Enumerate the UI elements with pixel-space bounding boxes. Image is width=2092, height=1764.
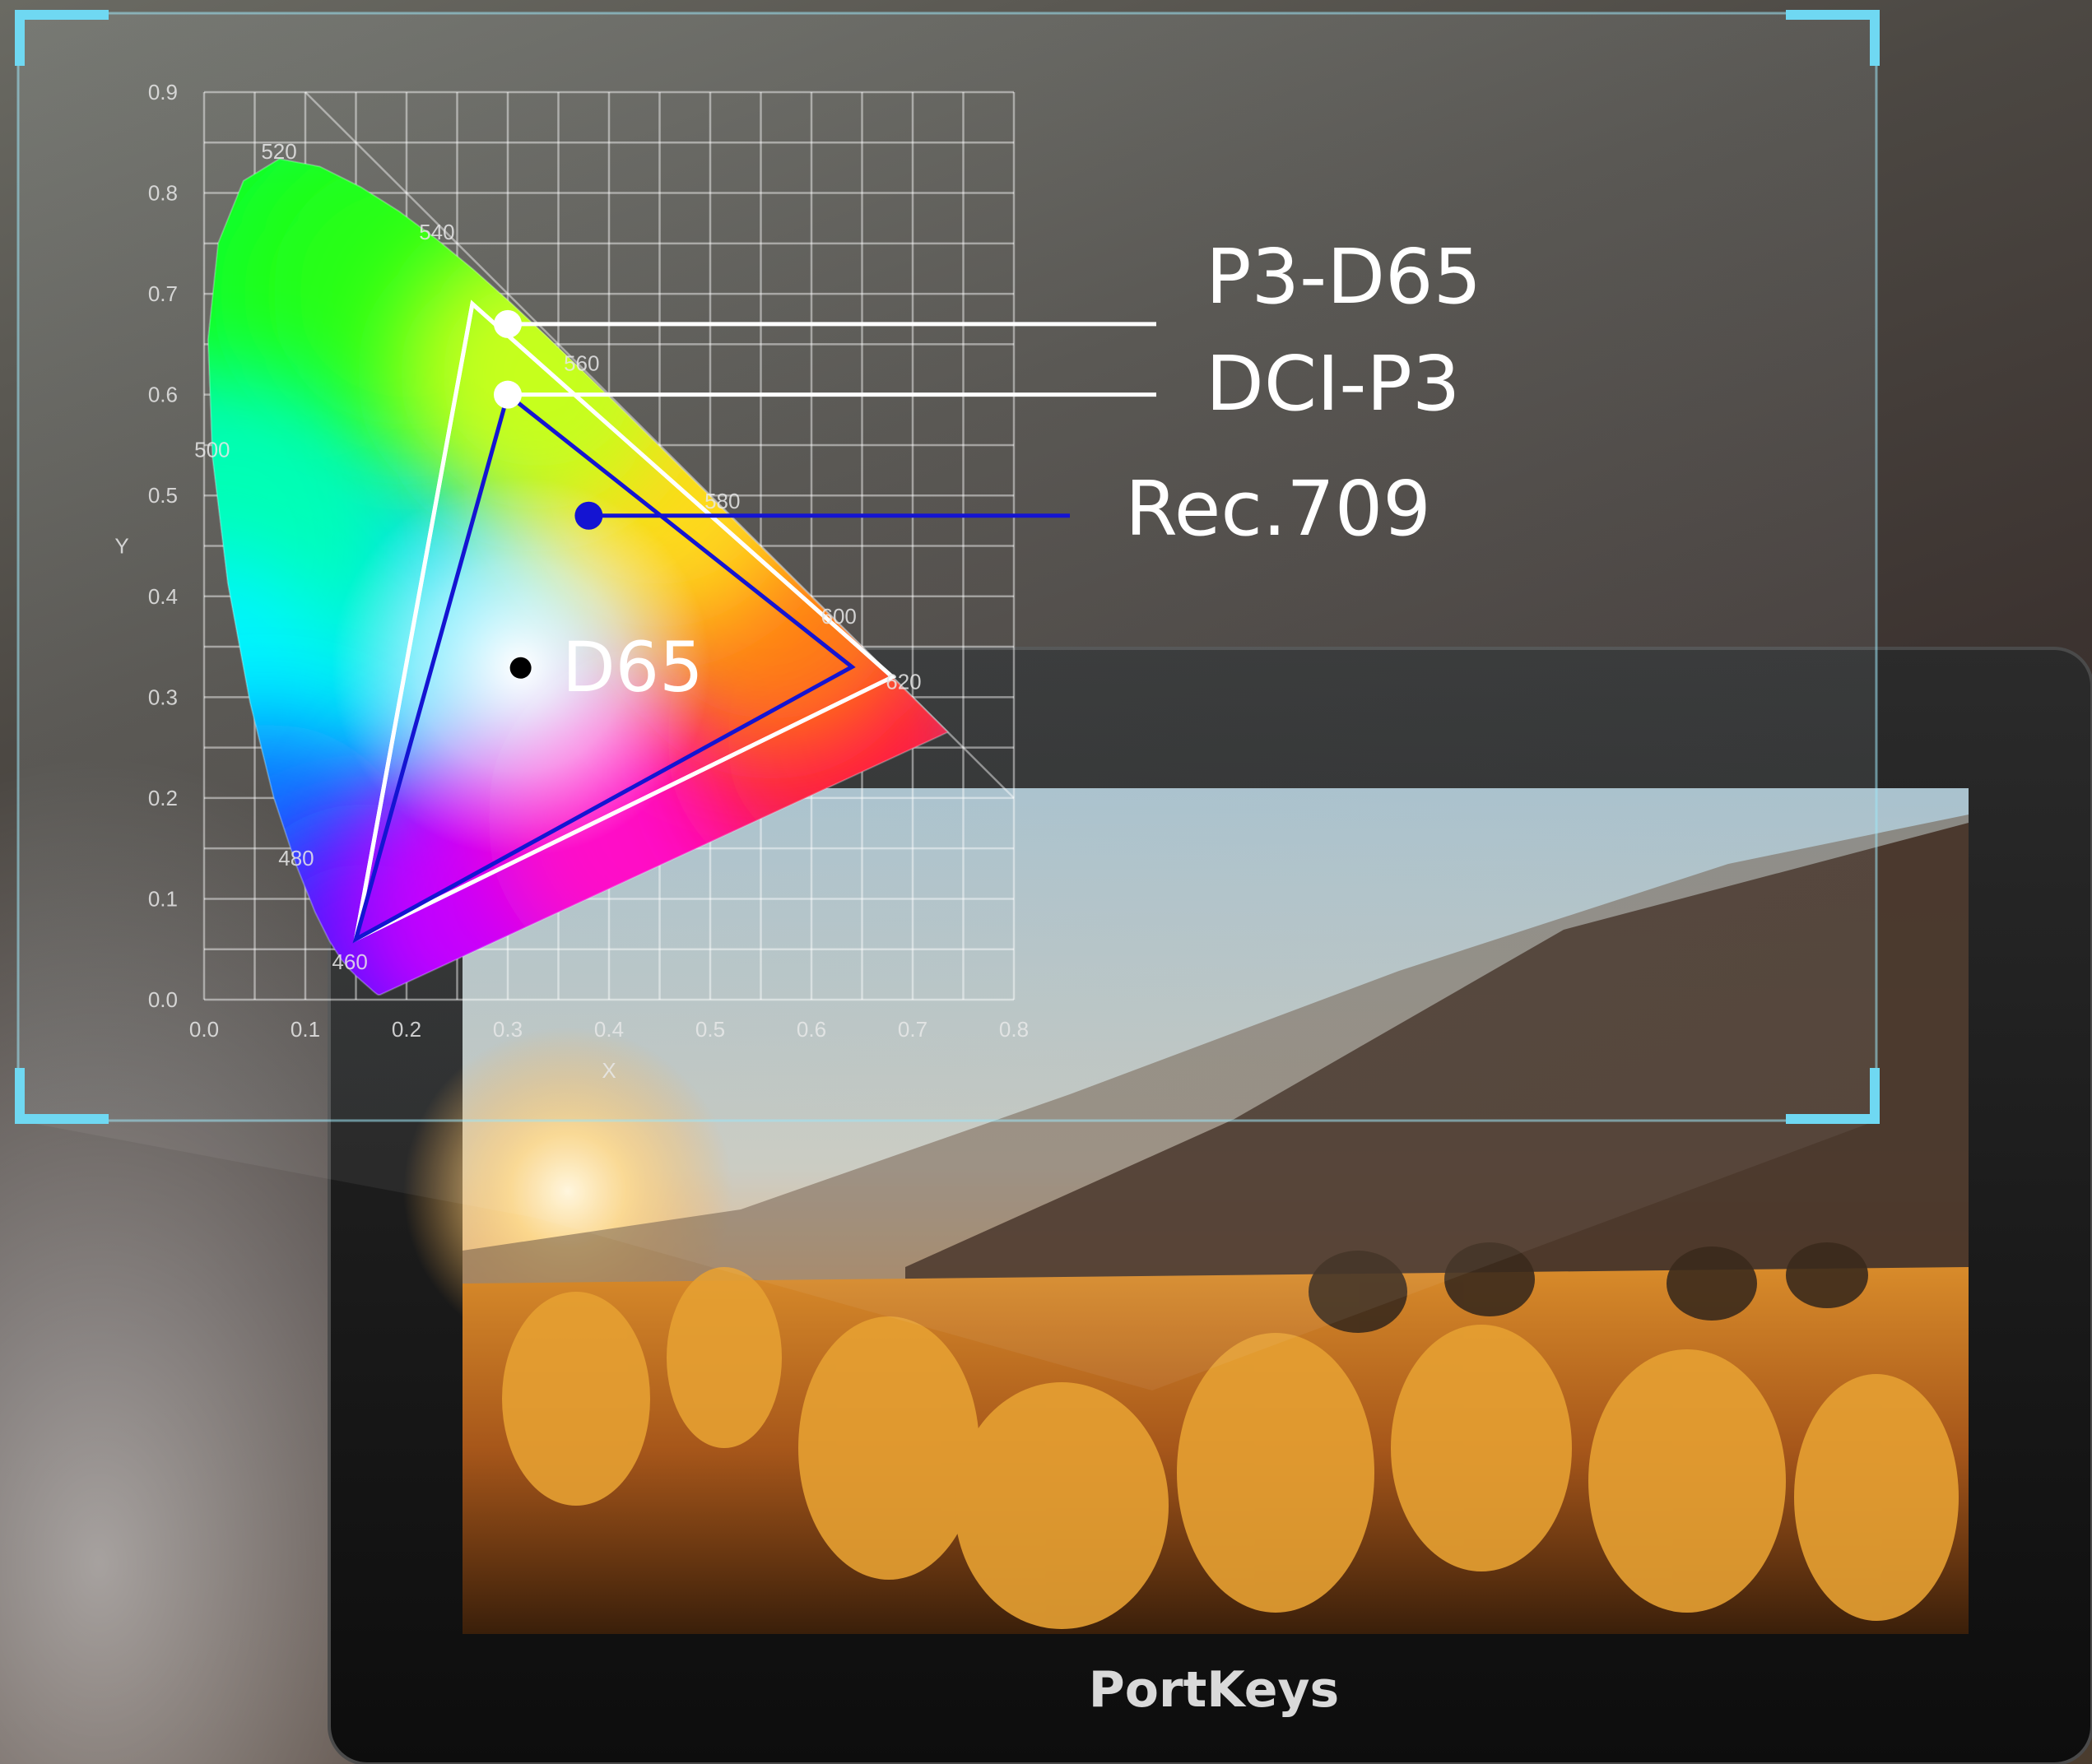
x-tick-label: 0.5 bbox=[695, 1017, 725, 1042]
wavelength-label: 560 bbox=[564, 350, 599, 375]
y-tick-label: 0.9 bbox=[148, 80, 178, 104]
wavelength-label: 460 bbox=[332, 949, 367, 974]
y-axis-label: Y bbox=[114, 534, 128, 559]
figure-canvas: PortKeys P3-D65 DCI-P3 Rec.709 D65 0.0 0.1 0.… bbox=[15, 10, 2092, 1764]
x-tick-label: 0.8 bbox=[999, 1017, 1029, 1042]
wavelength-label: 480 bbox=[278, 846, 314, 870]
y-tick-label: 0.4 bbox=[148, 584, 178, 609]
callout-point-rec-709 bbox=[574, 501, 603, 530]
y-tick-label: 0.2 bbox=[148, 786, 178, 810]
y-tick-label: 0.3 bbox=[148, 685, 178, 709]
brand-logo: PortKeys bbox=[1089, 1661, 1339, 1719]
x-tick-label: 0.6 bbox=[797, 1017, 826, 1042]
callout-point-p3-d65 bbox=[494, 309, 522, 338]
x-axis-label: X bbox=[602, 1058, 616, 1083]
y-tick-label: 0.5 bbox=[148, 483, 178, 508]
x-tick-label: 0.7 bbox=[898, 1017, 927, 1042]
x-tick-label: 0.4 bbox=[594, 1017, 624, 1042]
y-tick-label: 0.8 bbox=[148, 181, 178, 206]
callout-label-p3-d65: P3-D65 bbox=[1206, 233, 1481, 321]
y-tick-label: 0.6 bbox=[148, 383, 178, 407]
callout-point-dci-p3 bbox=[494, 380, 522, 409]
y-tick-label: 0.7 bbox=[148, 281, 178, 306]
callout-point-d65 bbox=[509, 657, 532, 679]
wavelength-label: 500 bbox=[194, 438, 230, 462]
wavelength-label: 600 bbox=[821, 604, 857, 629]
y-tick-label: 0.1 bbox=[148, 886, 178, 911]
x-tick-label: 0.3 bbox=[493, 1017, 523, 1042]
callout-label-dci-p3: DCI-P3 bbox=[1206, 340, 1460, 428]
x-tick-label: 0.0 bbox=[189, 1017, 219, 1042]
wavelength-label: 620 bbox=[886, 670, 921, 694]
y-tick-label: 0.0 bbox=[148, 987, 178, 1012]
wavelength-label: 540 bbox=[419, 220, 454, 244]
callout-label-rec-709: Rec.709 bbox=[1125, 465, 1431, 553]
wavelength-label: 520 bbox=[261, 139, 296, 164]
callout-label-d65: D65 bbox=[562, 627, 704, 708]
wavelength-label: 580 bbox=[704, 489, 740, 513]
x-tick-label: 0.2 bbox=[392, 1017, 421, 1042]
figure-stage: PortKeys P3-D65 DCI-P3 Rec.709 D65 0.0 0.1 0.… bbox=[0, 0, 2092, 1764]
x-tick-label: 0.1 bbox=[291, 1017, 320, 1042]
